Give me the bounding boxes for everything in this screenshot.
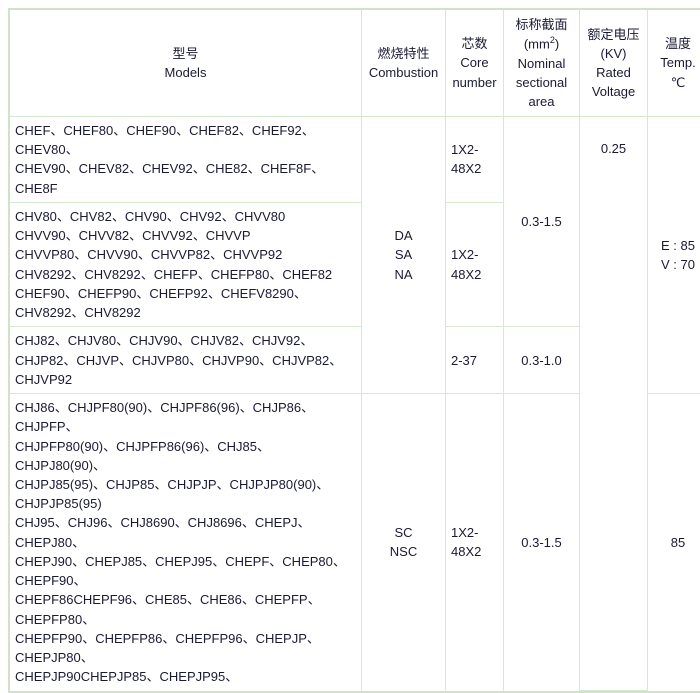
header-cell-core-number: 芯数 Core number (446, 10, 504, 117)
cell-sectional-area-group1: 0.3-1.5 (504, 117, 580, 328)
cell-core-number-row4: 1X2- 48X2 (446, 394, 504, 691)
cell-temperature-group1: E : 85 V : 70 (648, 117, 700, 395)
header-rated-voltage-zh: 额定电压 (587, 26, 640, 42)
cell-models-row4: CHJ86、CHJPF80(90)、CHJPF86(96)、CHJP86、CHJ… (10, 394, 362, 691)
header-combustion-zh: 燃烧特性 (377, 45, 430, 61)
cell-rated-voltage-all: 0.25 (580, 117, 648, 691)
cell-models-row3: CHJ82、CHJV80、CHJV90、CHJV82、CHJV92、 CHJP8… (10, 327, 362, 395)
spec-table-sheet: 型号 Models 燃烧特性 Combustion 芯数 Core number… (0, 0, 700, 693)
header-core-number-zh: 芯数 (461, 36, 488, 52)
header-rated-voltage-en: Rated Voltage (591, 65, 636, 100)
header-temperature-en: Temp. ℃ (660, 55, 696, 90)
header-temperature-zh: 温度 (664, 36, 691, 52)
cell-core-number-row2: 1X2- 48X2 (446, 202, 504, 328)
header-rated-voltage-unit: (KV) (600, 45, 627, 61)
cell-combustion-group1: DA SA NA (362, 117, 446, 395)
table-row: CHEF、CHEF80、CHEF90、CHEF82、CHEF92、CHEV80、… (10, 117, 700, 691)
header-cell-sectional-area: 标称截面 (mm2) Nominal sectional area (504, 10, 580, 117)
cell-combustion-group2: SC NSC (362, 394, 446, 691)
header-cell-combustion: 燃烧特性 Combustion (362, 10, 446, 117)
header-cell-rated-voltage: 额定电压 (KV) Rated Voltage (580, 10, 648, 117)
cell-temperature-group2: 85 (648, 394, 700, 691)
cell-core-number-row3: 2-37 (446, 327, 504, 395)
cell-sectional-area-row3: 0.3-1.0 (504, 327, 580, 395)
header-cell-temperature: 温度 Temp. ℃ (648, 10, 700, 117)
cell-sectional-area-row4: 0.3-1.5 (504, 394, 580, 691)
header-models-zh: 型号 (172, 45, 199, 61)
header-models-en: Models (164, 65, 207, 80)
cell-models-row1: CHEF、CHEF80、CHEF90、CHEF82、CHEF92、CHEV80、… (10, 117, 362, 203)
header-combustion-en: Combustion (368, 65, 439, 80)
header-core-number-en: Core number (452, 55, 497, 90)
header-sectional-area-unit: (mm2) (523, 34, 560, 52)
header-sectional-area-zh: 标称截面 (515, 16, 568, 32)
cable-specification-table: 型号 Models 燃烧特性 Combustion 芯数 Core number… (8, 8, 700, 693)
header-sectional-area-en: Nominal sectional area (515, 55, 568, 110)
cell-models-row2: CHV80、CHV82、CHV90、CHV92、CHVV80 CHVV90、CH… (10, 202, 362, 328)
header-cell-models: 型号 Models (10, 10, 362, 117)
cell-core-number-row1: 1X2- 48X2 (446, 117, 504, 203)
table-header-row: 型号 Models 燃烧特性 Combustion 芯数 Core number… (10, 10, 700, 117)
